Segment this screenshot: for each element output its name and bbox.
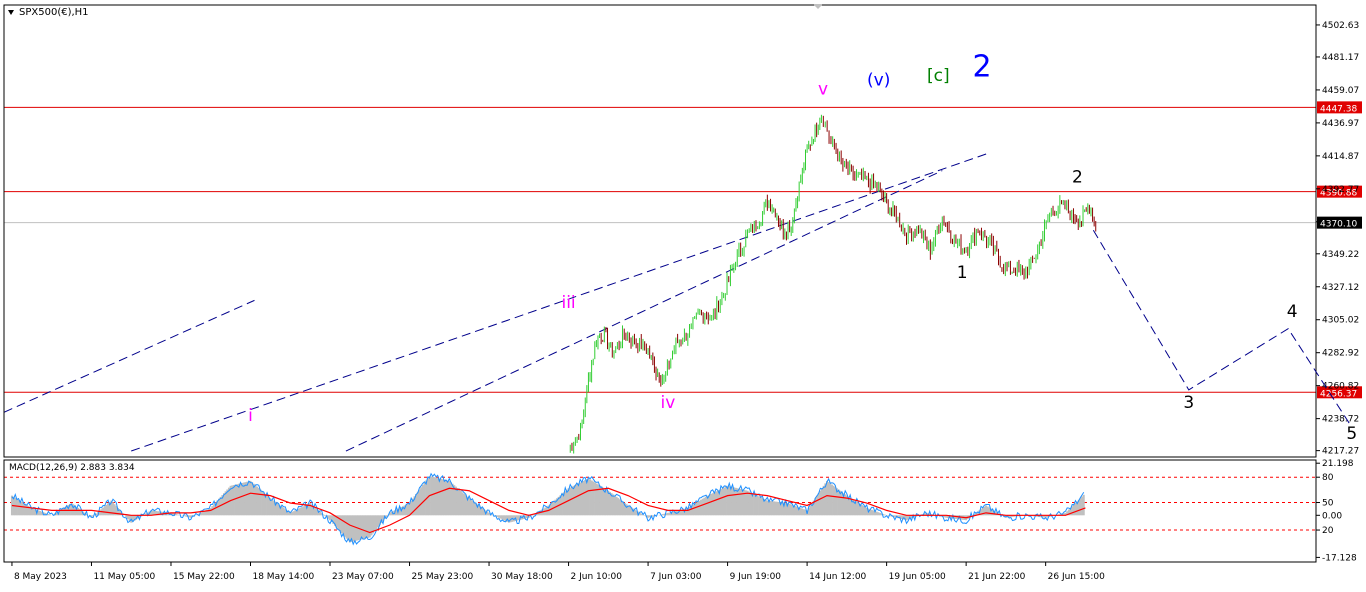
macd-label: MACD(12,26,9) 2.883 3.834 — [9, 463, 135, 473]
time-tick-label: 14 Jun 12:00 — [809, 572, 866, 582]
time-tick-label: 11 May 05:00 — [93, 572, 155, 582]
wave-label-10: 4 — [1287, 302, 1298, 322]
time-tick-label: 8 May 2023 — [14, 572, 67, 582]
macd-tick-label: 20 — [1322, 526, 1334, 536]
time-tick-label: 7 Jun 03:00 — [650, 572, 702, 582]
macd-tick-label: 0.00 — [1322, 511, 1342, 521]
price-tick-label: 4260.82 — [1322, 382, 1359, 392]
macd-tick-label: 50 — [1322, 499, 1334, 509]
macd-tick-label: -17.128 — [1322, 553, 1357, 563]
wave-label-0: i — [248, 406, 253, 426]
wave-label-4: (v) — [867, 71, 890, 91]
time-tick-label: 25 May 23:00 — [412, 572, 474, 582]
wave-label-8: 1 — [957, 263, 968, 283]
wave-label-2: iv — [661, 393, 676, 413]
wave-label-11: 5 — [1346, 424, 1357, 444]
chart-title: SPX500(€),H1 — [19, 7, 89, 18]
price-tick-label: 4414.87 — [1322, 152, 1359, 162]
price-tick-label: 4327.12 — [1322, 283, 1359, 293]
price-tick-label: 4349.22 — [1322, 250, 1359, 260]
time-tick-label: 2 Jun 10:00 — [571, 572, 623, 582]
time-tick-label: 15 May 22:00 — [173, 572, 235, 582]
price-tick-label: 4217.27 — [1322, 447, 1359, 457]
wave-label-6: 2 — [972, 50, 991, 85]
price-tick-label: 4436.97 — [1322, 119, 1359, 129]
price-tick-label: 4481.17 — [1322, 53, 1359, 63]
chart-background — [0, 0, 1366, 588]
price-tick-label: 4459.07 — [1322, 86, 1359, 96]
wave-label-3: v — [818, 80, 828, 100]
time-tick-label: 26 Jun 15:00 — [1048, 572, 1105, 582]
chart-window[interactable]: 4447.38 4390.88 4256.37 4502.63 4481.17 4459.… — [0, 0, 1366, 588]
level-tag-text-0: 4447.38 — [1320, 104, 1357, 114]
current-price-tag-text: 4370.10 — [1320, 220, 1357, 230]
wave-label-5: [c] — [927, 66, 950, 86]
price-chart[interactable]: 4447.384390.884256.374502.634481.174459.… — [0, 0, 1366, 588]
time-tick-label: 9 Jun 19:00 — [730, 572, 782, 582]
price-tick-label: 4392.77 — [1322, 185, 1359, 195]
wave-label-1: iii — [561, 293, 575, 313]
time-tick-label: 19 Jun 05:00 — [889, 572, 946, 582]
wave-label-7: 2 — [1072, 168, 1083, 188]
price-tick-label: 4282.92 — [1322, 349, 1359, 359]
wave-label-9: 3 — [1183, 393, 1194, 413]
time-tick-label: 18 May 14:00 — [252, 572, 314, 582]
macd-tick-label: 21.198 — [1322, 459, 1354, 469]
price-tick-label: 4502.63 — [1322, 21, 1359, 31]
price-tick-label: 4305.02 — [1322, 316, 1359, 326]
time-tick-label: 30 May 18:00 — [491, 572, 553, 582]
time-tick-label: 21 Jun 22:00 — [968, 572, 1025, 582]
macd-tick-label: 80 — [1322, 473, 1334, 483]
time-tick-label: 23 May 07:00 — [332, 572, 394, 582]
